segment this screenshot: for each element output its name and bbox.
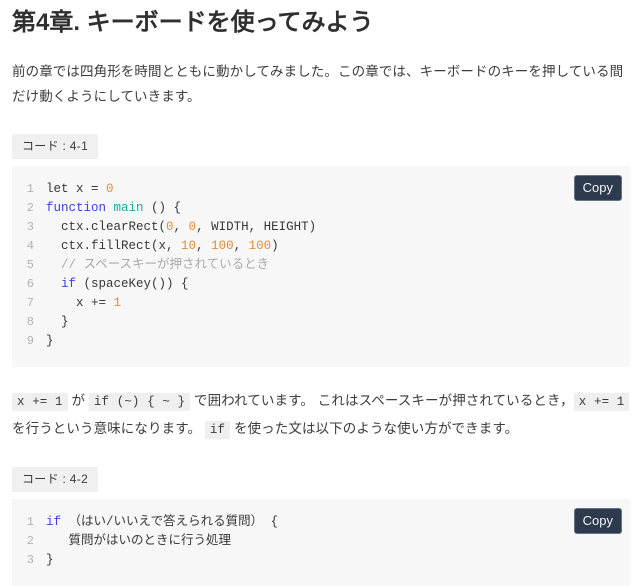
code-line: 6 if (spaceKey()) {	[12, 275, 630, 294]
code-token-plain: x +=	[46, 295, 114, 310]
code-token-plain: ,	[173, 219, 189, 234]
copy-button[interactable]: Copy	[573, 174, 622, 201]
code-line: 8 }	[12, 313, 630, 332]
code-token-plain: ctx.clearRect(	[46, 219, 167, 234]
line-code: let x = 0	[46, 180, 114, 199]
line-code: ctx.clearRect(0, 0, WIDTH, HEIGHT)	[46, 218, 316, 237]
page-title: 第4章. キーボードを使ってみよう	[12, 9, 374, 36]
code-block-4-1: Copy 1 let x = 0 2 function main () {3 ctx.…	[12, 165, 630, 367]
body-paragraph: x += 1 が if (~) { ~ } で囲われています。 これはスペースキ…	[10, 387, 630, 443]
code-token-plain: let x =	[46, 181, 107, 196]
code-lines: 1 if （はい/いいえで答えられる質問） {2 質問がはいのときに行う処理 3}	[12, 513, 630, 570]
line-number: 6	[26, 276, 34, 291]
code-token-number: 1	[113, 295, 122, 310]
paragraph-text: が	[67, 392, 89, 408]
line-number: 1	[26, 181, 34, 196]
code-token-comment: // スペースキーが押されているとき	[46, 257, 270, 272]
code-token-plain: ,	[196, 238, 212, 253]
code-lines: 1 let x = 0 2 function main () {3 ctx.clear…	[12, 180, 630, 351]
code-token-plain: }	[46, 333, 54, 348]
line-code: 質問がはいのときに行う処理	[46, 532, 232, 551]
inline-code: if (~) { ~ }	[88, 392, 191, 411]
code-block-4-2: Copy 1 if （はい/いいえで答えられる質問） {2 質問がはいのときに行う…	[12, 498, 630, 586]
code-token-plain: (spaceKey()) {	[76, 276, 189, 291]
paragraph-text: で囲われています。 これはスペースキーが押されているとき，	[190, 392, 574, 408]
line-number: 1	[26, 514, 34, 529]
line-number: 2	[26, 200, 34, 215]
code-token-plain: }	[46, 314, 69, 329]
line-code: if (spaceKey()) {	[46, 275, 189, 294]
code-line: 3 ctx.clearRect(0, 0, WIDTH, HEIGHT)	[12, 218, 630, 237]
line-code: ctx.fillRect(x, 10, 100, 100)	[46, 237, 279, 256]
code-token-plain: , WIDTH, HEIGHT)	[196, 219, 317, 234]
paragraph-text: を行うという意味になります。	[12, 420, 205, 436]
line-number: 4	[26, 238, 34, 253]
code-token-plain: 質問がはいのときに行う処理	[46, 533, 232, 548]
code-token-number: 0	[106, 181, 114, 196]
line-code: function main () {	[46, 199, 181, 218]
line-number: 5	[26, 257, 34, 272]
code-line: 1 if （はい/いいえで答えられる質問） {	[12, 513, 630, 532]
code-token-number: 100	[248, 238, 272, 253]
code-line: 7 x += 1	[12, 294, 630, 313]
code-line: 2 function main () {	[12, 199, 630, 218]
code-line: 2 質問がはいのときに行う処理	[12, 532, 630, 551]
line-code: if （はい/いいえで答えられる質問） {	[46, 513, 278, 532]
code-token-plain: ctx.fillRect(x,	[46, 238, 182, 253]
code-token-number: 0	[188, 219, 197, 234]
code-token-function: main	[113, 200, 144, 215]
line-number: 9	[26, 333, 34, 348]
code-token-plain: () {	[143, 200, 182, 215]
inline-code: x += 1	[573, 392, 630, 411]
line-code: x += 1	[46, 294, 121, 313]
code-caption-4-2: コード : 4-2	[12, 466, 99, 492]
code-token-plain: ,	[233, 238, 249, 253]
line-code: // スペースキーが押されているとき	[46, 256, 269, 275]
line-number: 8	[26, 314, 34, 329]
code-token-keyword: function	[46, 200, 107, 215]
code-line: 9}	[12, 332, 630, 351]
intro-paragraph: 前の章では四角形を時間とともに動かしてみました。この章では、キーボードのキーを押…	[12, 64, 624, 104]
line-number: 3	[26, 219, 34, 234]
code-token-number: 0	[166, 219, 174, 234]
code-caption-4-1: コード : 4-1	[12, 133, 99, 159]
line-number: 2	[26, 533, 34, 548]
inline-code: if	[204, 420, 231, 439]
code-token-keyword: if	[61, 276, 77, 291]
line-code: }	[46, 551, 54, 570]
code-token-keyword: if	[46, 514, 62, 529]
line-number: 3	[26, 552, 34, 567]
code-token-number: 10	[181, 238, 197, 253]
code-token-plain: （はい/いいえで答えられる質問） {	[61, 514, 279, 529]
inline-code: x += 1	[12, 392, 68, 411]
code-token-plain: )	[271, 238, 279, 253]
line-number: 7	[26, 295, 34, 310]
code-line: 4 ctx.fillRect(x, 10, 100, 100)	[12, 237, 630, 256]
code-line: 1 let x = 0	[12, 180, 630, 199]
line-code: }	[46, 313, 69, 332]
copy-button[interactable]: Copy	[573, 507, 622, 534]
code-token-number: 100	[211, 238, 234, 253]
code-line: 5 // スペースキーが押されているとき	[12, 256, 630, 275]
paragraph-text: を使った文は以下のような使い方ができます。	[230, 420, 519, 436]
article-page: 第4章. キーボードを使ってみよう 前の章では四角形を時間とともに動かしてみまし…	[0, 8, 640, 586]
code-line: 3}	[12, 551, 630, 570]
code-token-plain: }	[46, 552, 54, 567]
line-code: }	[46, 332, 54, 351]
